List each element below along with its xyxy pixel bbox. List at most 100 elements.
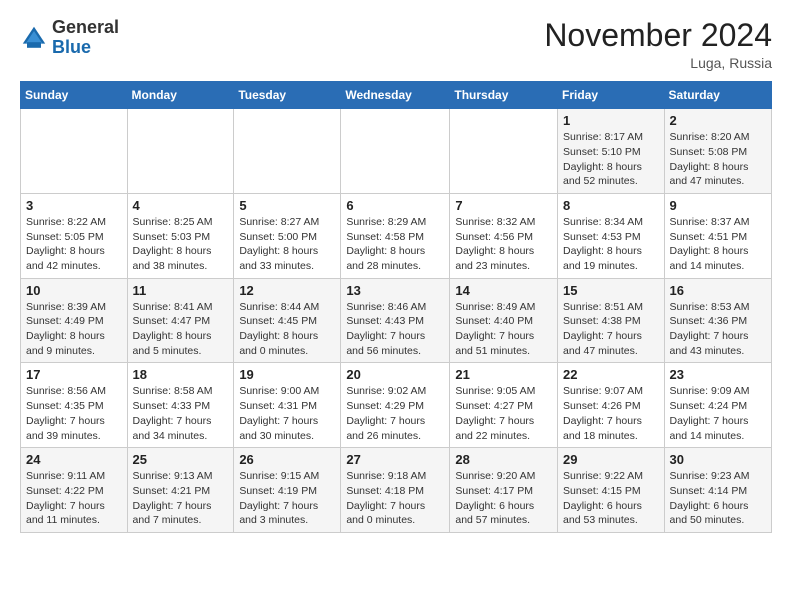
day-number: 3	[26, 198, 122, 213]
day-info: Sunrise: 8:34 AMSunset: 4:53 PMDaylight:…	[563, 215, 659, 274]
day-number: 21	[455, 367, 552, 382]
col-wednesday: Wednesday	[341, 82, 450, 109]
table-row: 23 Sunrise: 9:09 AMSunset: 4:24 PMDayligh…	[664, 363, 771, 448]
day-number: 2	[670, 113, 766, 128]
logo: General Blue	[20, 18, 119, 58]
col-tuesday: Tuesday	[234, 82, 341, 109]
table-row	[450, 109, 558, 194]
day-info: Sunrise: 9:02 AMSunset: 4:29 PMDaylight:…	[346, 384, 444, 443]
day-number: 17	[26, 367, 122, 382]
day-info: Sunrise: 8:22 AMSunset: 5:05 PMDaylight:…	[26, 215, 122, 274]
day-info: Sunrise: 9:11 AMSunset: 4:22 PMDaylight:…	[26, 469, 122, 528]
day-number: 10	[26, 283, 122, 298]
table-row: 1Sunrise: 8:17 AMSunset: 5:10 PMDaylight…	[558, 109, 665, 194]
day-number: 4	[133, 198, 229, 213]
day-info: Sunrise: 8:17 AMSunset: 5:10 PMDaylight:…	[563, 130, 659, 189]
day-info: Sunrise: 8:37 AMSunset: 4:51 PMDaylight:…	[670, 215, 766, 274]
table-row	[127, 109, 234, 194]
table-row: 19 Sunrise: 9:00 AMSunset: 4:31 PMDayligh…	[234, 363, 341, 448]
day-number: 9	[670, 198, 766, 213]
day-info: Sunrise: 9:13 AMSunset: 4:21 PMDaylight:…	[133, 469, 229, 528]
day-info: Sunrise: 9:05 AMSunset: 4:27 PMDaylight:…	[455, 384, 552, 443]
month-title: November 2024	[544, 18, 772, 53]
day-number: 11	[133, 283, 229, 298]
day-info: Sunrise: 9:22 AMSunset: 4:15 PMDaylight:…	[563, 469, 659, 528]
table-row: 13Sunrise: 8:46 AMSunset: 4:43 PMDayligh…	[341, 278, 450, 363]
col-friday: Friday	[558, 82, 665, 109]
table-row: 29 Sunrise: 9:22 AMSunset: 4:15 PMDayligh…	[558, 448, 665, 533]
table-row: 20 Sunrise: 9:02 AMSunset: 4:29 PMDayligh…	[341, 363, 450, 448]
day-number: 19	[239, 367, 335, 382]
table-row: 15Sunrise: 8:51 AMSunset: 4:38 PMDayligh…	[558, 278, 665, 363]
table-row: 12Sunrise: 8:44 AMSunset: 4:45 PMDayligh…	[234, 278, 341, 363]
day-info: Sunrise: 9:23 AMSunset: 4:14 PMDaylight:…	[670, 469, 766, 528]
table-row: 3 Sunrise: 8:22 AMSunset: 5:05 PMDaylight…	[21, 193, 128, 278]
table-row: 17 Sunrise: 8:56 AMSunset: 4:35 PMDayligh…	[21, 363, 128, 448]
day-number: 26	[239, 452, 335, 467]
calendar-header-row: Sunday Monday Tuesday Wednesday Thursday…	[21, 82, 772, 109]
table-row: 27 Sunrise: 9:18 AMSunset: 4:18 PMDayligh…	[341, 448, 450, 533]
day-info: Sunrise: 9:18 AMSunset: 4:18 PMDaylight:…	[346, 469, 444, 528]
table-row	[234, 109, 341, 194]
day-number: 24	[26, 452, 122, 467]
day-info: Sunrise: 9:15 AMSunset: 4:19 PMDaylight:…	[239, 469, 335, 528]
calendar-week-row: 1Sunrise: 8:17 AMSunset: 5:10 PMDaylight…	[21, 109, 772, 194]
table-row: 30 Sunrise: 9:23 AMSunset: 4:14 PMDayligh…	[664, 448, 771, 533]
day-info: Sunrise: 8:56 AMSunset: 4:35 PMDaylight:…	[26, 384, 122, 443]
day-info: Sunrise: 8:41 AMSunset: 4:47 PMDaylight:…	[133, 300, 229, 359]
location: Luga, Russia	[544, 55, 772, 71]
table-row: 28Sunrise: 9:20 AMSunset: 4:17 PMDayligh…	[450, 448, 558, 533]
table-row: 16 Sunrise: 8:53 AMSunset: 4:36 PMDayligh…	[664, 278, 771, 363]
table-row: 21 Sunrise: 9:05 AMSunset: 4:27 PMDayligh…	[450, 363, 558, 448]
day-number: 29	[563, 452, 659, 467]
logo-icon	[20, 24, 48, 52]
col-monday: Monday	[127, 82, 234, 109]
day-info: Sunrise: 8:53 AMSunset: 4:36 PMDaylight:…	[670, 300, 766, 359]
day-number: 6	[346, 198, 444, 213]
day-number: 27	[346, 452, 444, 467]
logo-general-text: General	[52, 17, 119, 37]
day-info: Sunrise: 8:29 AMSunset: 4:58 PMDaylight:…	[346, 215, 444, 274]
day-info: Sunrise: 8:49 AMSunset: 4:40 PMDaylight:…	[455, 300, 552, 359]
day-info: Sunrise: 9:20 AMSunset: 4:17 PMDaylight:…	[455, 469, 552, 528]
table-row: 9 Sunrise: 8:37 AMSunset: 4:51 PMDaylight…	[664, 193, 771, 278]
day-number: 30	[670, 452, 766, 467]
day-info: Sunrise: 9:00 AMSunset: 4:31 PMDaylight:…	[239, 384, 335, 443]
day-number: 16	[670, 283, 766, 298]
table-row: 18Sunrise: 8:58 AMSunset: 4:33 PMDayligh…	[127, 363, 234, 448]
day-number: 23	[670, 367, 766, 382]
calendar-table: Sunday Monday Tuesday Wednesday Thursday…	[20, 81, 772, 533]
title-block: November 2024 Luga, Russia	[544, 18, 772, 71]
day-number: 25	[133, 452, 229, 467]
day-info: Sunrise: 8:44 AMSunset: 4:45 PMDaylight:…	[239, 300, 335, 359]
day-info: Sunrise: 9:09 AMSunset: 4:24 PMDaylight:…	[670, 384, 766, 443]
table-row: 8 Sunrise: 8:34 AMSunset: 4:53 PMDaylight…	[558, 193, 665, 278]
col-sunday: Sunday	[21, 82, 128, 109]
header: General Blue November 2024 Luga, Russia	[20, 18, 772, 71]
col-thursday: Thursday	[450, 82, 558, 109]
day-info: Sunrise: 9:07 AMSunset: 4:26 PMDaylight:…	[563, 384, 659, 443]
table-row: 22 Sunrise: 9:07 AMSunset: 4:26 PMDayligh…	[558, 363, 665, 448]
table-row	[21, 109, 128, 194]
table-row: 24 Sunrise: 9:11 AMSunset: 4:22 PMDayligh…	[21, 448, 128, 533]
day-number: 20	[346, 367, 444, 382]
day-number: 7	[455, 198, 552, 213]
calendar-week-row: 17 Sunrise: 8:56 AMSunset: 4:35 PMDayligh…	[21, 363, 772, 448]
table-row: 2Sunrise: 8:20 AMSunset: 5:08 PMDaylight…	[664, 109, 771, 194]
calendar-week-row: 3 Sunrise: 8:22 AMSunset: 5:05 PMDaylight…	[21, 193, 772, 278]
table-row: 14 Sunrise: 8:49 AMSunset: 4:40 PMDayligh…	[450, 278, 558, 363]
table-row: 25 Sunrise: 9:13 AMSunset: 4:21 PMDayligh…	[127, 448, 234, 533]
day-number: 22	[563, 367, 659, 382]
table-row: 7Sunrise: 8:32 AMSunset: 4:56 PMDaylight…	[450, 193, 558, 278]
day-number: 18	[133, 367, 229, 382]
day-info: Sunrise: 8:27 AMSunset: 5:00 PMDaylight:…	[239, 215, 335, 274]
day-number: 14	[455, 283, 552, 298]
table-row: 5Sunrise: 8:27 AMSunset: 5:00 PMDaylight…	[234, 193, 341, 278]
day-number: 8	[563, 198, 659, 213]
table-row: 6 Sunrise: 8:29 AMSunset: 4:58 PMDaylight…	[341, 193, 450, 278]
calendar-week-row: 24 Sunrise: 9:11 AMSunset: 4:22 PMDayligh…	[21, 448, 772, 533]
table-row: 26 Sunrise: 9:15 AMSunset: 4:19 PMDayligh…	[234, 448, 341, 533]
logo-blue-text: Blue	[52, 37, 91, 57]
day-info: Sunrise: 8:46 AMSunset: 4:43 PMDaylight:…	[346, 300, 444, 359]
table-row: 11 Sunrise: 8:41 AMSunset: 4:47 PMDayligh…	[127, 278, 234, 363]
